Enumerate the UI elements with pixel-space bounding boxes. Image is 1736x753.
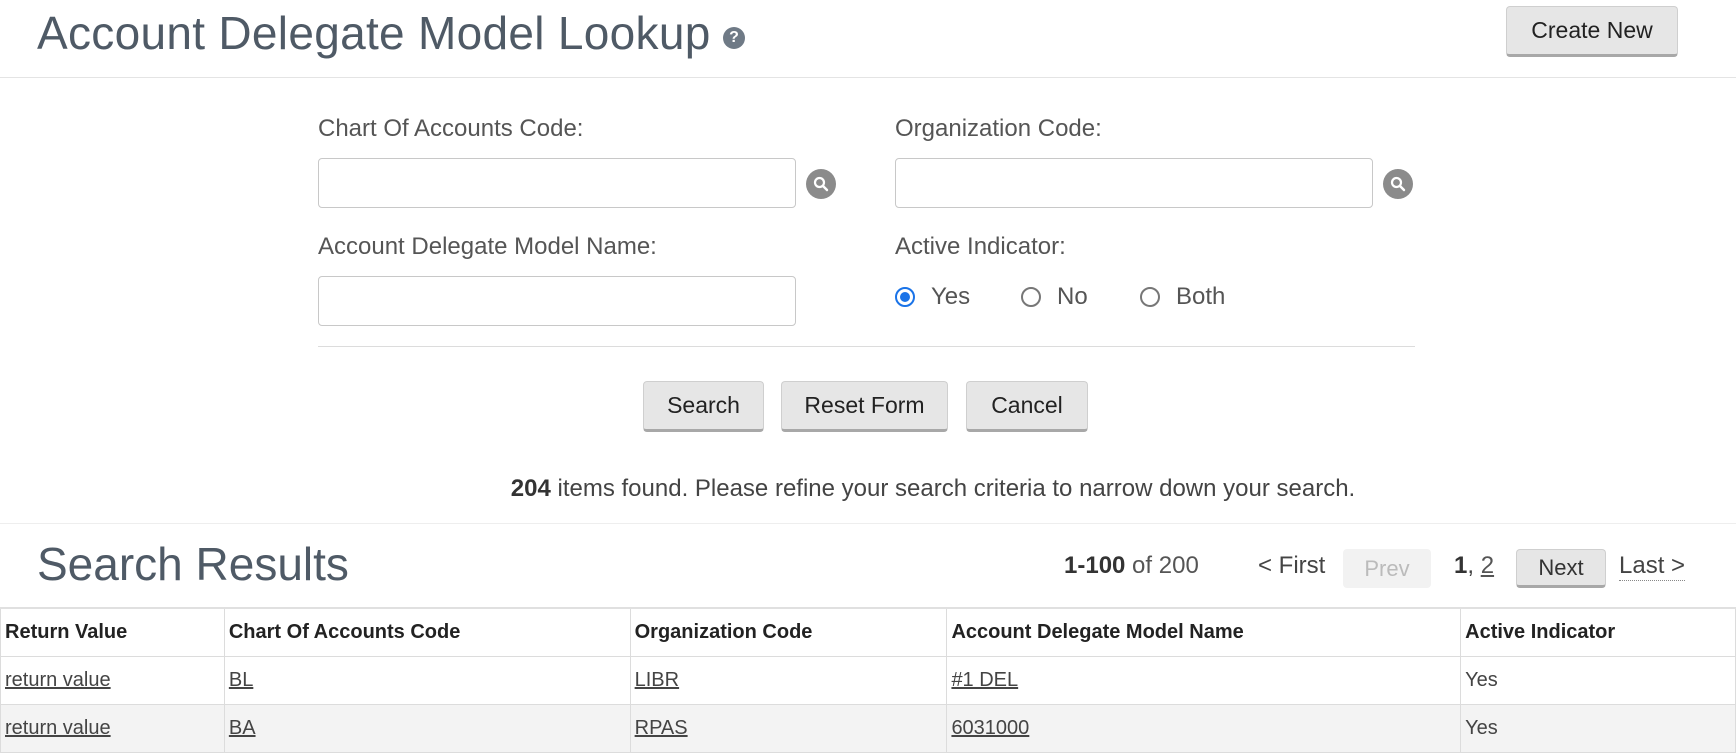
pager-page-separator: ,	[1467, 552, 1481, 579]
model-name-label: Account Delegate Model Name:	[318, 233, 657, 260]
pager-range: 1-100 of 200	[1064, 552, 1199, 580]
model-name-cell: 6031000	[946, 703, 1462, 753]
column-header-organization-code[interactable]: Organization Code	[629, 607, 948, 657]
pager-next-button[interactable]: Next	[1516, 549, 1606, 588]
radio-both-button[interactable]	[1140, 287, 1160, 307]
pager-first-link[interactable]: < First	[1258, 552, 1325, 580]
chart-of-accounts-label: Chart Of Accounts Code:	[318, 115, 584, 142]
chart-code-link[interactable]: BL	[229, 669, 253, 691]
column-header-chart-code[interactable]: Chart Of Accounts Code	[223, 607, 631, 657]
active-indicator-label: Active Indicator:	[895, 233, 1066, 260]
page-header: Account Delegate Model Lookup ? Create N…	[0, 0, 1736, 78]
model-name-link[interactable]: #1 DEL	[951, 669, 1018, 691]
results-count-message: 204 items found. Please refine your sear…	[0, 475, 1736, 503]
active-radio-both[interactable]: Both	[1140, 282, 1225, 312]
pager-pages: 1, 2	[1454, 552, 1494, 580]
return-value-link[interactable]: return value	[5, 717, 111, 739]
table-row: return value BA RPAS 6031000 Yes	[0, 703, 1736, 753]
organization-code-input[interactable]	[895, 158, 1373, 208]
active-radio-no[interactable]: No	[1021, 282, 1088, 312]
radio-both-label: Both	[1176, 283, 1226, 310]
return-value-link[interactable]: return value	[5, 669, 111, 691]
active-indicator-cell: Yes	[1460, 655, 1736, 705]
return-value-cell: return value	[0, 703, 225, 753]
organization-code-link[interactable]: RPAS	[635, 717, 688, 739]
chart-code-cell: BL	[223, 655, 631, 705]
search-button[interactable]: Search	[643, 381, 764, 432]
page-title: Account Delegate Model Lookup	[37, 7, 711, 59]
active-radio-yes[interactable]: Yes	[895, 282, 970, 312]
column-header-return-value[interactable]: Return Value	[0, 607, 225, 657]
create-new-button[interactable]: Create New	[1506, 6, 1678, 57]
reset-form-button[interactable]: Reset Form	[781, 381, 948, 432]
chart-code-cell: BA	[223, 703, 631, 753]
pager-prev-button: Prev	[1343, 549, 1431, 588]
cancel-button[interactable]: Cancel	[966, 381, 1088, 432]
column-header-model-name[interactable]: Account Delegate Model Name	[946, 607, 1462, 657]
results-count: 204	[510, 475, 551, 502]
organization-code-cell: RPAS	[629, 703, 948, 753]
search-results-title: Search Results	[37, 538, 349, 590]
chart-code-link[interactable]: BA	[229, 717, 256, 739]
chart-of-accounts-input[interactable]	[318, 158, 796, 208]
pager-range-value: 1-100	[1064, 552, 1126, 579]
model-name-link[interactable]: 6031000	[951, 717, 1029, 739]
results-separator	[0, 523, 1736, 524]
organization-lookup-search-icon[interactable]	[1383, 169, 1413, 199]
radio-no-label: No	[1057, 283, 1088, 310]
return-value-cell: return value	[0, 655, 225, 705]
pager-page-2-link[interactable]: 2	[1481, 552, 1494, 579]
organization-code-cell: LIBR	[629, 655, 948, 705]
results-message-text: items found. Please refine your search c…	[550, 475, 1356, 502]
radio-no-button[interactable]	[1021, 287, 1041, 307]
form-divider	[318, 346, 1415, 347]
organization-code-label: Organization Code:	[895, 115, 1102, 142]
pager-current-page: 1	[1454, 552, 1468, 579]
column-header-active-indicator[interactable]: Active Indicator	[1460, 607, 1736, 657]
table-header-row: Return Value Chart Of Accounts Code Orga…	[0, 607, 1736, 657]
table-row: return value BL LIBR #1 DEL Yes	[0, 655, 1736, 705]
organization-code-link[interactable]: LIBR	[635, 669, 679, 691]
radio-yes-label: Yes	[931, 283, 971, 310]
pager-range-suffix: of 200	[1125, 552, 1199, 579]
help-icon[interactable]: ?	[723, 27, 745, 49]
active-indicator-cell: Yes	[1460, 703, 1736, 753]
model-name-input[interactable]	[318, 276, 796, 326]
results-table: Return Value Chart Of Accounts Code Orga…	[0, 607, 1736, 753]
radio-yes-button[interactable]	[895, 287, 915, 307]
pager-last-link[interactable]: Last >	[1619, 552, 1686, 581]
model-name-cell: #1 DEL	[946, 655, 1462, 705]
chart-lookup-search-icon[interactable]	[806, 169, 836, 199]
